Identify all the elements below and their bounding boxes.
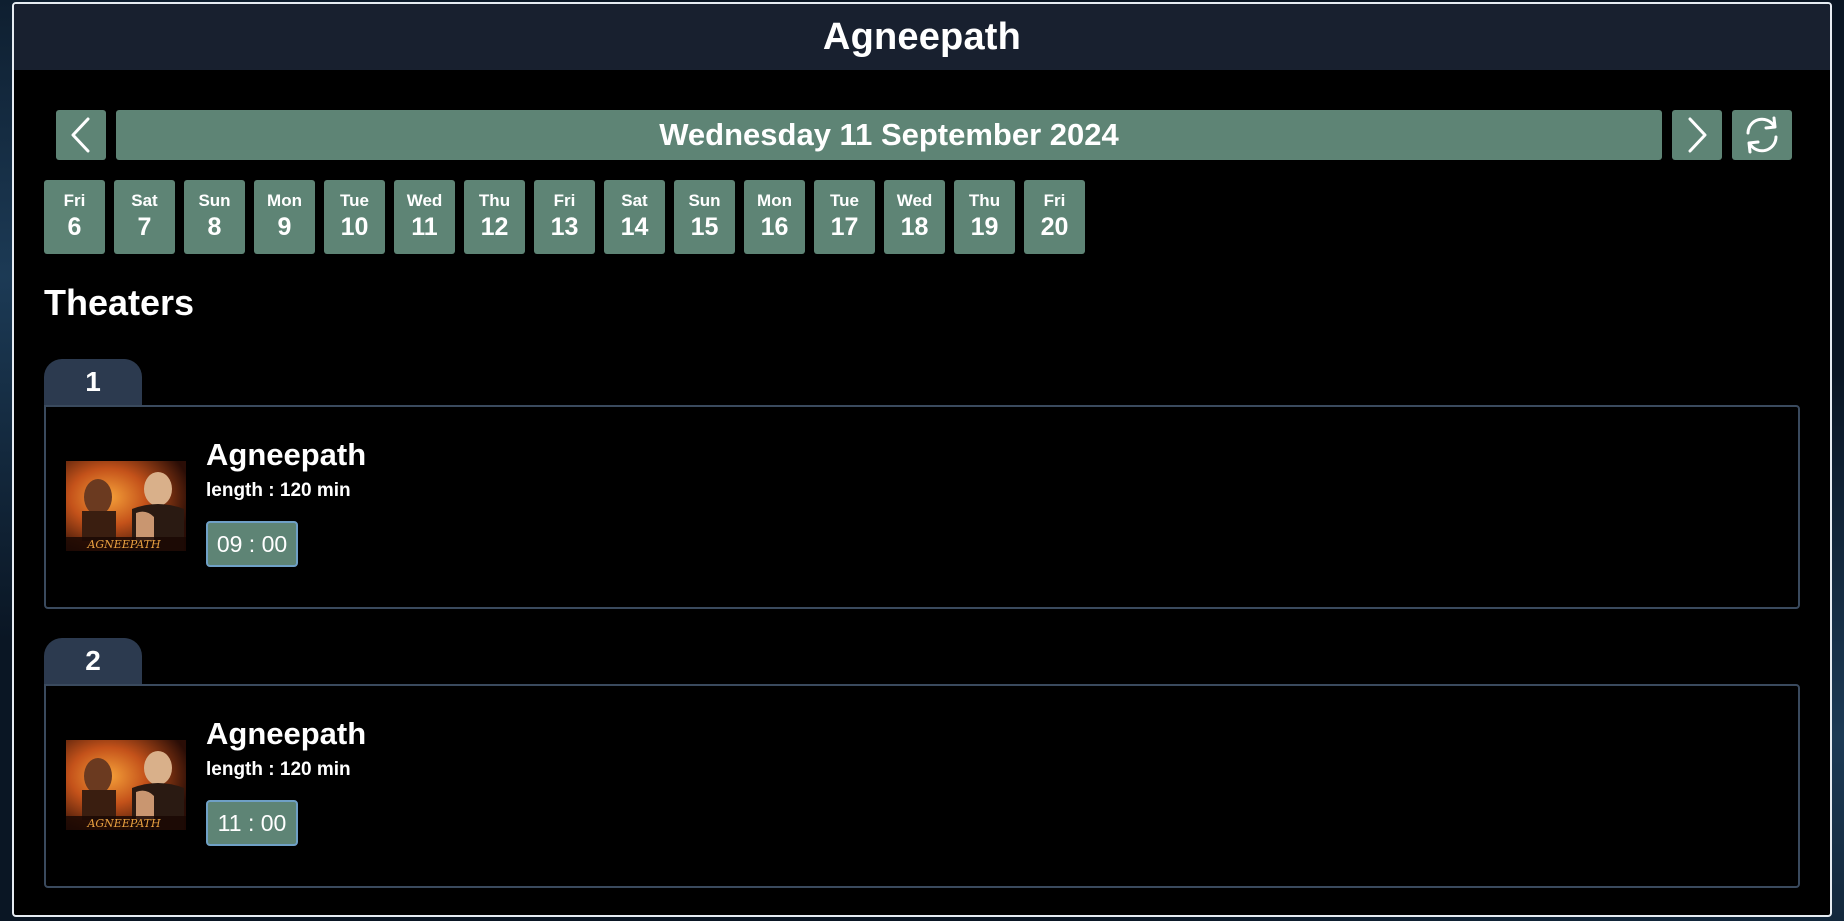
day-chip[interactable]: Fri 6 [44, 180, 105, 254]
movie-poster: AGNEEPATH [66, 461, 186, 551]
day-chip[interactable]: Sun 8 [184, 180, 245, 254]
day-number: 14 [620, 213, 649, 241]
movie-length: length : 120 min [206, 759, 351, 780]
day-chip[interactable]: Sat 7 [114, 180, 175, 254]
day-number: 7 [137, 213, 152, 241]
day-chip[interactable]: Tue 10 [324, 180, 385, 254]
day-name: Sun [198, 191, 231, 210]
day-number: 20 [1040, 213, 1069, 241]
day-name: Wed [406, 191, 443, 210]
page-title: Agneepath [822, 15, 1022, 58]
svg-text:AGNEEPATH: AGNEEPATH [86, 817, 160, 830]
movie-title: Agneepath [206, 716, 367, 751]
day-name: Fri [1043, 191, 1066, 210]
theater-number-tab: 1 [44, 359, 142, 405]
day-chip[interactable]: Wed 11 [394, 180, 455, 254]
day-chip[interactable]: Sun 15 [674, 180, 735, 254]
day-number: 6 [67, 213, 82, 241]
previous-day-button[interactable] [56, 110, 106, 160]
day-number: 13 [550, 213, 579, 241]
title-bar: Agneepath [14, 4, 1830, 70]
day-chip[interactable]: Thu 19 [954, 180, 1015, 254]
day-selector: Fri 6 Sat 7 Sun 8 Mon 9 Tue 10 Wed 11 Thu 12 Fri 13 Sat 1… [44, 180, 1094, 254]
theater-number-tab: 2 [44, 638, 142, 684]
day-name: Wed [896, 191, 933, 210]
day-chip[interactable]: Thu 12 [464, 180, 525, 254]
date-navigation: Wednesday 11 September 2024 [56, 110, 1798, 160]
day-number: 8 [207, 213, 222, 241]
day-number: 12 [480, 213, 509, 241]
day-chip[interactable]: Wed 18 [884, 180, 945, 254]
day-number: 19 [970, 213, 999, 241]
day-chip[interactable]: Mon 9 [254, 180, 315, 254]
selected-date-label: Wednesday 11 September 2024 [116, 110, 1662, 160]
day-name: Mon [267, 191, 302, 210]
day-name: Sun [688, 191, 721, 210]
refresh-icon [1746, 116, 1778, 154]
theater-section: 2 AGNEEPATH Agneepath length: 120 min 1… [44, 638, 1800, 888]
movie-card: AGNEEPATH Agneepath length : 120 min 09 … [44, 405, 1800, 609]
day-number: 10 [340, 213, 369, 241]
movie-card: AGNEEPATH Agneepath length : 120 min 11 … [44, 684, 1800, 888]
chevron-left-icon [71, 117, 90, 153]
day-name: Thu [478, 191, 511, 210]
movie-length: length : 120 min [206, 480, 351, 501]
day-number: 17 [830, 213, 859, 241]
refresh-button[interactable] [1732, 110, 1792, 160]
theater-section: 1 AGNEEPATH Agneepath length: 120 min 0… [44, 359, 1800, 609]
day-chip[interactable]: Mon 16 [744, 180, 805, 254]
day-number: 15 [690, 213, 719, 241]
day-name: Sat [621, 191, 648, 210]
next-day-button[interactable] [1672, 110, 1722, 160]
chevron-right-icon [1688, 117, 1707, 153]
svg-text:AGNEEPATH: AGNEEPATH [86, 538, 160, 551]
day-name: Mon [757, 191, 792, 210]
day-chip[interactable]: Sat 14 [604, 180, 665, 254]
day-chip[interactable]: Fri 13 [534, 180, 595, 254]
day-number: 16 [760, 213, 789, 241]
app-window: Agneepath Wednesday 11 September 2024 Fr… [12, 2, 1832, 917]
day-number: 11 [411, 213, 438, 241]
theaters-heading: Theaters [44, 282, 195, 323]
day-name: Tue [830, 191, 859, 210]
day-name: Tue [340, 191, 369, 210]
day-name: Thu [968, 191, 1001, 210]
movie-title: Agneepath [206, 437, 367, 472]
day-name: Fri [553, 191, 576, 210]
showtime-button[interactable]: 09 : 00 [206, 521, 298, 567]
day-name: Fri [63, 191, 86, 210]
showtime-button[interactable]: 11 : 00 [206, 800, 298, 846]
day-name: Sat [131, 191, 158, 210]
day-chip[interactable]: Tue 17 [814, 180, 875, 254]
day-chip[interactable]: Fri 20 [1024, 180, 1085, 254]
day-number: 9 [277, 213, 292, 241]
movie-poster: AGNEEPATH [66, 740, 186, 830]
day-number: 18 [900, 213, 929, 241]
